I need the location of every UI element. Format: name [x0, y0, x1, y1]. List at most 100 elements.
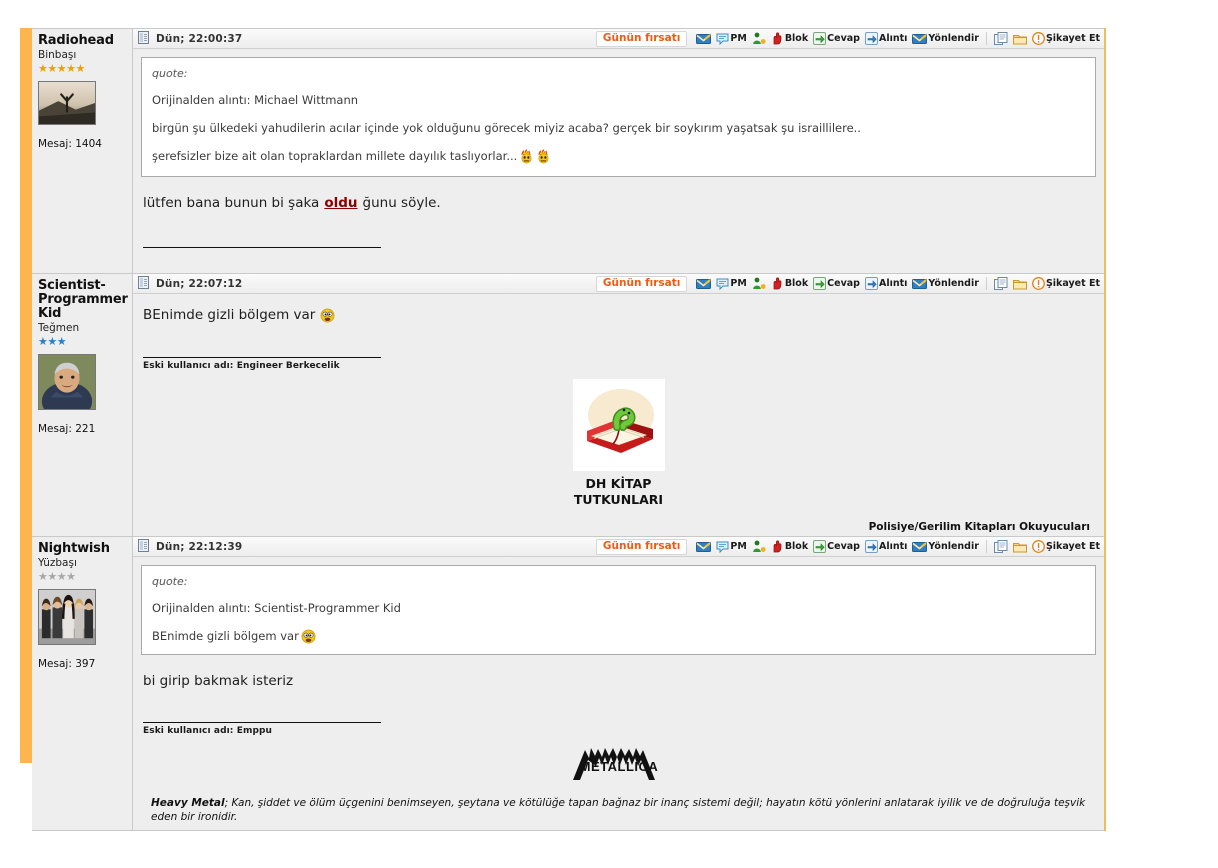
- username[interactable]: Radiohead: [38, 34, 126, 48]
- report-icon[interactable]: Şikayet Et: [1031, 540, 1101, 553]
- tool-label: Yönlendir: [928, 278, 979, 289]
- pm-icon[interactable]: PM: [715, 541, 747, 553]
- post-text: bi girip bakmak isteriz: [143, 672, 1096, 690]
- left-accent-rail: [20, 28, 32, 763]
- post-text-highlight[interactable]: oldu: [324, 194, 357, 212]
- deal-of-the-day-badge[interactable]: Günün fırsatı: [595, 538, 688, 555]
- avatar[interactable]: [38, 81, 96, 125]
- deal-of-the-day-badge[interactable]: Günün fırsatı: [595, 30, 688, 47]
- block-hand-icon[interactable]: Blok: [770, 277, 809, 290]
- post-date: Dün; 22:12:39: [156, 540, 243, 553]
- quote-text-line: şerefsizler bize ait olan topraklardan m…: [152, 149, 518, 163]
- folder-icon[interactable]: [1012, 33, 1028, 45]
- signature-quote: Heavy Metal; Kan, şiddet ve ölüm üçgenin…: [141, 796, 1096, 830]
- user-rank: Binbaşı: [38, 49, 77, 61]
- forward-icon[interactable]: Yönlendir: [911, 541, 980, 553]
- banner-caption-line1: DH KİTAP: [585, 476, 652, 491]
- signature-quote-rest: ; Kan, şiddet ve ölüm üçgenini benimseye…: [151, 797, 1086, 823]
- user-add-icon[interactable]: [751, 32, 767, 45]
- avatar[interactable]: [38, 589, 96, 645]
- message-count: Mesaj: 1404: [38, 138, 102, 150]
- crazy-eyes-emoticon: [301, 629, 316, 644]
- tool-label: PM: [730, 541, 747, 552]
- quote-text-line: BEnimde gizli bölgem var: [152, 629, 299, 643]
- post-header: Dün; 22:12:39 Günün fırsatı PM Blok Ceva…: [133, 537, 1104, 557]
- tool-label: Alıntı: [878, 33, 908, 44]
- quote-text: şerefsizler bize ait olan topraklardan m…: [152, 149, 1085, 164]
- username[interactable]: Scientist-Programmer Kid: [38, 279, 128, 321]
- pm-icon[interactable]: PM: [715, 33, 747, 45]
- block-hand-icon[interactable]: Blok: [770, 32, 809, 45]
- post-content: quote: Orijinalden alıntı: Scientist-Pro…: [133, 557, 1104, 830]
- post-text-post: ğunu söyle.: [362, 195, 441, 211]
- quote-icon[interactable]: Alıntı: [864, 32, 908, 45]
- quote-box: quote: Orijinalden alıntı: Scientist-Pro…: [141, 565, 1096, 655]
- quote-icon[interactable]: Alıntı: [864, 540, 908, 553]
- tool-label: Şikayet Et: [1045, 33, 1100, 44]
- user-rank: Teğmen: [38, 322, 80, 334]
- copy-icon[interactable]: [993, 277, 1009, 290]
- post-text-body: bi girip bakmak isteriz: [143, 673, 294, 689]
- svg-text:METALLICA: METALLICA: [579, 759, 658, 774]
- user-add-icon[interactable]: [751, 540, 767, 553]
- old-username-note: Eski kullanıcı adı: Emppu: [143, 726, 273, 736]
- block-hand-icon[interactable]: Blok: [770, 540, 809, 553]
- deal-of-the-day-badge[interactable]: Günün fırsatı: [595, 275, 688, 292]
- post-date: Dün; 22:07:12: [156, 277, 243, 290]
- toolbar-divider: [985, 277, 987, 290]
- tool-label: PM: [730, 278, 747, 289]
- table-row: Radiohead Binbaşı ★★★★★ Mesaj: 1404 Dün;…: [32, 28, 1104, 274]
- quote-icon[interactable]: Alıntı: [864, 277, 908, 290]
- old-username-note: Eski kullanıcı adı: Engineer Berkecelik: [143, 361, 340, 371]
- tool-label: Şikayet Et: [1045, 278, 1100, 289]
- signature-banner: DH KİTAP TUTKUNLARI: [141, 379, 1096, 507]
- post-user-column: Radiohead Binbaşı ★★★★★ Mesaj: 1404: [32, 29, 133, 273]
- post-header: Dün; 22:00:37 Günün fırsatı PM Blok Ceva…: [133, 29, 1104, 49]
- post-text: lütfen bana bunun bi şaka oldu ğunu söyle…: [143, 194, 1096, 212]
- report-icon[interactable]: Şikayet Et: [1031, 277, 1101, 290]
- forward-icon[interactable]: Yönlendir: [911, 33, 980, 45]
- copy-icon[interactable]: [993, 32, 1009, 45]
- tool-label: Blok: [784, 278, 809, 289]
- post-body-column: Dün; 22:07:12 Günün fırsatı PM Blok Ceva…: [133, 274, 1104, 536]
- mail-icon[interactable]: [695, 541, 712, 553]
- crazy-eyes-emoticon: [320, 308, 335, 323]
- quote-attribution: Orijinalden alıntı: Scientist-Programmer…: [152, 601, 401, 615]
- avatar[interactable]: [38, 354, 96, 410]
- post-text: BEnimde gizli bölgem var: [143, 306, 1096, 324]
- mail-icon[interactable]: [695, 33, 712, 45]
- reply-icon[interactable]: Cevap: [812, 32, 861, 45]
- post-icon: [138, 537, 149, 556]
- reply-icon[interactable]: Cevap: [812, 540, 861, 553]
- signature-banner: METALLICA: [141, 746, 1096, 786]
- rank-stars: ★★★★★: [38, 62, 85, 75]
- toolbar-divider: [985, 32, 987, 45]
- folder-icon[interactable]: [1012, 278, 1028, 290]
- tool-label: Cevap: [827, 541, 860, 552]
- user-add-icon[interactable]: [751, 277, 767, 290]
- post-toolbar: Günün fırsatı PM Blok Cevap Alıntı Yönle…: [595, 30, 1101, 47]
- metallica-logo-icon: METALLICA: [571, 746, 667, 786]
- post-toolbar: Günün fırsatı PM Blok Cevap Alıntı Yönle…: [595, 275, 1101, 292]
- pm-icon[interactable]: PM: [715, 278, 747, 290]
- username[interactable]: Nightwish: [38, 542, 126, 556]
- reply-icon[interactable]: Cevap: [812, 277, 861, 290]
- report-icon[interactable]: Şikayet Et: [1031, 32, 1101, 45]
- banner-caption-line2: TUTKUNLARI: [573, 492, 664, 507]
- post-list: Radiohead Binbaşı ★★★★★ Mesaj: 1404 Dün;…: [32, 28, 1106, 831]
- copy-icon[interactable]: [993, 540, 1009, 553]
- tool-label: PM: [730, 33, 747, 44]
- mail-icon[interactable]: [695, 278, 712, 290]
- tool-label: Blok: [784, 541, 809, 552]
- post-user-column: Scientist-Programmer Kid Teğmen ★★★ Mesa…: [32, 274, 133, 536]
- angry-flame-emoticon: [519, 149, 534, 164]
- tool-label: Şikayet Et: [1045, 541, 1100, 552]
- table-row: Nightwish Yüzbaşı ★★★★ Mesaj: 397 Dün; 2…: [32, 537, 1104, 831]
- forward-icon[interactable]: Yönlendir: [911, 278, 980, 290]
- table-row: Scientist-Programmer Kid Teğmen ★★★ Mesa…: [32, 274, 1104, 537]
- club-membership-line: Polisiye/Gerilim Kitapları Okuyucuları: [868, 521, 1090, 533]
- folder-icon[interactable]: [1012, 541, 1028, 553]
- post-body-column: Dün; 22:12:39 Günün fırsatı PM Blok Ceva…: [133, 537, 1104, 830]
- tool-label: Yönlendir: [928, 541, 979, 552]
- quote-box: quote: Orijinalden alıntı: Michael Wittm…: [141, 57, 1096, 177]
